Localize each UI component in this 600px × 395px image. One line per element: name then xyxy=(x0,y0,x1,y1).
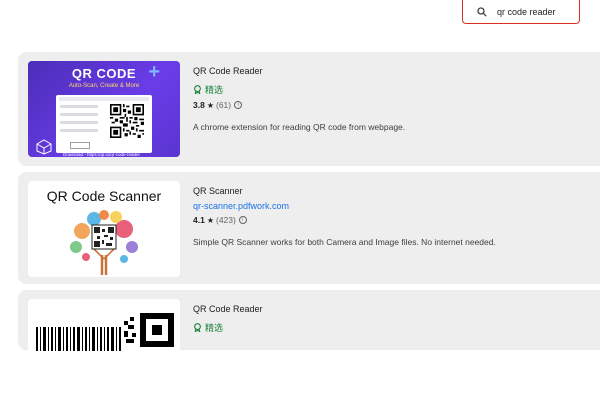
rating-count: (61) xyxy=(216,100,232,110)
tree-illustration xyxy=(70,210,138,275)
preview-button xyxy=(70,142,90,149)
search-icon xyxy=(477,6,487,17)
result-name[interactable]: QR Code Reader xyxy=(193,66,593,76)
featured-badge: 精选 xyxy=(193,83,593,96)
star-icon: ★ xyxy=(206,100,214,110)
result-card[interactable]: QR Code Scanner QR Scanner qr-scanner.pd… xyxy=(18,172,600,284)
result-description: A chrome extension for reading QR code f… xyxy=(193,122,406,132)
result-description: Simple QR Scanner works for both Camera … xyxy=(193,237,496,247)
top-right-edge xyxy=(582,0,600,24)
featured-label: 精选 xyxy=(205,323,224,333)
preview-field xyxy=(60,113,98,116)
barcode-qr-illustration xyxy=(36,313,174,351)
featured-icon xyxy=(194,85,201,94)
thumbnail-footer: Download - https://qr.io/qr-code-reader xyxy=(63,152,141,157)
result-card[interactable]: QR CODE Auto-Scan, Create & More + Downl… xyxy=(18,52,600,166)
result-thumbnail[interactable]: QR CODE Auto-Scan, Create & More + Downl… xyxy=(28,61,180,157)
result-name[interactable]: QR Code Reader xyxy=(193,304,593,314)
thumbnail-title: QR Code Scanner xyxy=(46,188,162,204)
search-box[interactable] xyxy=(462,0,580,24)
rating: 4.1 ★ (423) i xyxy=(193,215,593,225)
preview-field xyxy=(60,105,98,108)
rating: 3.8 ★ (61) i xyxy=(193,100,593,110)
featured-icon xyxy=(194,323,201,332)
star-icon: ★ xyxy=(206,215,214,225)
result-thumbnail[interactable]: QR Code Scanner xyxy=(28,181,180,277)
extension-preview-panel xyxy=(56,95,152,153)
cube-icon xyxy=(36,139,52,155)
preview-field xyxy=(60,129,98,132)
info-icon[interactable]: i xyxy=(238,216,247,224)
result-name[interactable]: QR Scanner xyxy=(193,186,593,196)
rating-value: 3.8 xyxy=(193,100,205,110)
info-icon[interactable]: i xyxy=(234,101,243,109)
publisher-link[interactable]: qr-scanner.pdfwork.com xyxy=(193,201,593,211)
plus-icon: + xyxy=(148,61,160,83)
preview-tab-bar xyxy=(59,97,149,101)
rating-count: (423) xyxy=(216,215,236,225)
rating-value: 4.1 xyxy=(193,215,205,225)
search-input[interactable] xyxy=(497,6,577,17)
featured-label: 精选 xyxy=(205,85,224,95)
qr-code-icon xyxy=(110,104,144,138)
result-card[interactable]: QR Code Reader 精选 xyxy=(18,290,600,395)
result-thumbnail[interactable] xyxy=(28,299,180,395)
featured-badge: 精选 xyxy=(193,321,593,334)
preview-field xyxy=(60,121,98,124)
